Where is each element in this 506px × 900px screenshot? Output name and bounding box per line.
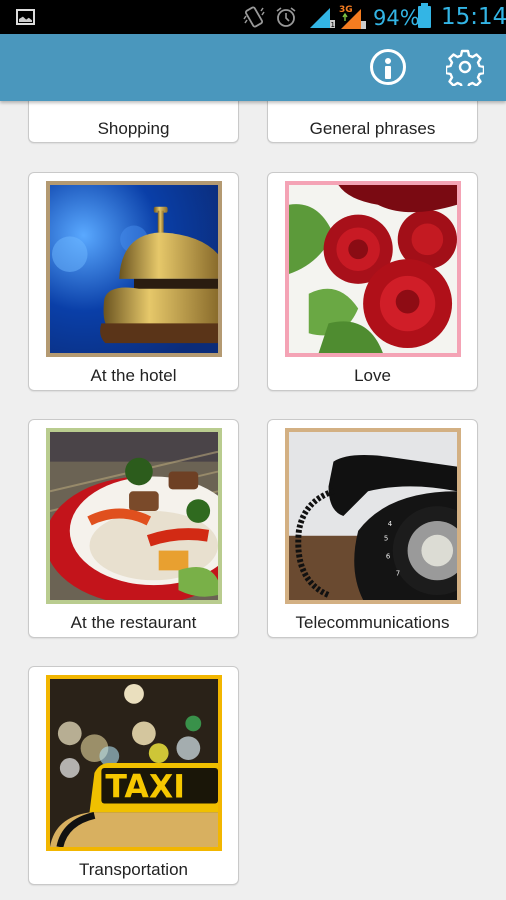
svg-text:7: 7 (396, 569, 400, 577)
alarm-icon (276, 7, 296, 27)
svg-text:3G: 3G (339, 5, 353, 15)
category-card-at-the-restaurant[interactable]: At the restaurant (28, 419, 239, 638)
red-roses-image (285, 181, 461, 357)
info-button[interactable] (370, 49, 406, 85)
svg-text:TAXI: TAXI (105, 770, 185, 806)
action-bar (0, 34, 506, 101)
category-card-general-phrases[interactable]: General phrases (267, 101, 478, 143)
svg-text:1: 1 (331, 21, 335, 28)
category-card-telecommunications[interactable]: 4 5 6 7 Telecommunications (267, 419, 478, 638)
category-card-transportation[interactable]: TAXI Transportation (28, 666, 239, 885)
battery-percent: 94% (373, 6, 420, 30)
signal-sim2-3g-icon: 3G (339, 5, 366, 29)
clock: 15:14 (441, 4, 506, 30)
category-label: General phrases (309, 119, 436, 138)
category-label: Shopping (97, 119, 170, 138)
food-plate-image (46, 428, 222, 604)
category-grid: Shopping General phrases At the hotel Lo… (0, 101, 506, 900)
vibrate-icon (243, 6, 265, 28)
taxi-sign-image: TAXI (46, 675, 222, 851)
category-card-shopping[interactable]: Shopping (28, 101, 239, 143)
category-label: Love (354, 366, 391, 385)
category-card-love[interactable]: Love (267, 172, 478, 391)
category-label: Telecommunications (295, 613, 450, 632)
category-label: At the hotel (90, 366, 177, 385)
category-card-at-the-hotel[interactable]: At the hotel (28, 172, 239, 391)
category-label: At the restaurant (70, 613, 197, 632)
gallery-icon (16, 9, 35, 25)
category-label: Transportation (79, 860, 188, 879)
svg-text:4: 4 (388, 520, 392, 528)
rotary-phone-image: 4 5 6 7 (285, 428, 461, 604)
status-bar: 1 3G 94% 15:14 (0, 0, 506, 34)
signal-sim1-icon: 1 (310, 8, 335, 28)
svg-text:6: 6 (386, 552, 390, 560)
gear-icon[interactable] (446, 48, 484, 86)
hotel-bell-image (46, 181, 222, 357)
battery-icon (418, 3, 431, 28)
svg-text:5: 5 (384, 535, 388, 543)
